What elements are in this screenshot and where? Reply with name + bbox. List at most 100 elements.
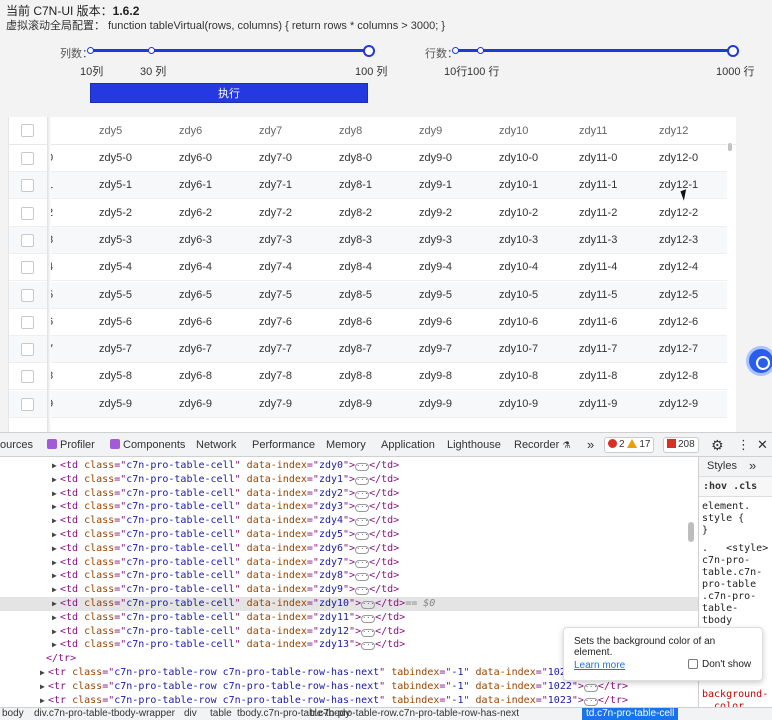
tab-network[interactable]: Network [196, 433, 236, 457]
table-cell[interactable]: zdy11-8 [579, 363, 617, 390]
table-cell[interactable]: zdy5-2 [99, 200, 132, 227]
tab-performance[interactable]: Performance [252, 433, 315, 457]
table-cell[interactable]: zdy10-4 [499, 254, 538, 281]
table-cell[interactable]: zdy10-2 [499, 200, 538, 227]
dom-node-td[interactable]: ▶ <td class="c7n-pro-table-cell" data-ind… [0, 611, 698, 625]
column-header-zdy11[interactable]: zdy11 [579, 117, 608, 145]
table-cell[interactable]: zdy12-7 [659, 336, 698, 363]
table-cell[interactable]: zdy7-8 [259, 363, 292, 390]
close-devtools-icon[interactable]: ✕ [757, 433, 768, 457]
row-slider-mark-10[interactable] [452, 47, 459, 54]
table-cell[interactable]: zdy5-0 [99, 145, 132, 172]
breadcrumb-item[interactable]: body [2, 708, 24, 720]
table-cell[interactable]: zdy6-2 [179, 200, 212, 227]
table-cell[interactable]: zdy6-6 [179, 309, 212, 336]
row-checkbox[interactable] [21, 397, 34, 411]
table-cell[interactable]: zdy12-8 [659, 363, 698, 390]
table-cell[interactable]: zdy6-3 [179, 227, 212, 254]
table-cell[interactable]: zdy9-8 [419, 363, 452, 390]
table-cell[interactable]: zdy6-1 [179, 172, 212, 199]
col-slider-mark-10[interactable] [87, 47, 94, 54]
table-cell[interactable]: zdy8-1 [339, 172, 372, 199]
tab-application[interactable]: Application [381, 433, 435, 457]
learn-more-link[interactable]: Learn more [574, 660, 625, 671]
dom-node-tr[interactable]: ▶ <tr class="c7n-pro-table-row c7n-pro-ta… [0, 694, 698, 707]
row-slider-track[interactable] [455, 49, 733, 52]
table-cell[interactable]: zdy8-6 [339, 309, 372, 336]
table-cell[interactable]: zdy12-1 [659, 172, 698, 199]
dom-node-td[interactable]: ▶ <td class="c7n-pro-table-cell" data-ind… [0, 597, 698, 611]
dom-node-td[interactable]: ▶ <td class="c7n-pro-table-cell" data-ind… [0, 569, 698, 583]
row-checkbox[interactable] [21, 370, 34, 384]
table-cell[interactable]: zdy9-7 [419, 336, 452, 363]
tab-components[interactable]: Components [110, 433, 185, 457]
background-color-property[interactable]: background- color [702, 689, 770, 707]
tab-memory[interactable]: Memory [326, 433, 366, 457]
table-scroll-thumb[interactable] [728, 143, 732, 151]
styles-tab[interactable]: Styles [707, 460, 737, 472]
dom-node-td[interactable]: ▶ <td class="c7n-pro-table-cell" data-ind… [0, 473, 698, 487]
checkbox-icon[interactable] [688, 659, 698, 669]
table-cell[interactable]: zdy10-3 [499, 227, 538, 254]
table-cell[interactable]: zdy5-8 [99, 363, 132, 390]
breadcrumb-item[interactable]: td.c7n-pro-table-cell [582, 708, 679, 720]
row-checkbox[interactable] [21, 343, 34, 357]
col-tick-100[interactable]: 100 列 [355, 63, 387, 79]
column-header-zdy12[interactable]: zdy12 [659, 117, 688, 145]
select-all-checkbox[interactable] [21, 124, 34, 137]
dom-node-tr[interactable]: ▶ <tr class="c7n-pro-table-row c7n-pro-ta… [0, 680, 698, 694]
row-checkbox[interactable] [21, 233, 34, 247]
table-row[interactable]: 2zdy5-2zdy6-2zdy7-2zdy8-2zdy9-2zdy10-2zd… [9, 200, 729, 227]
table-cell[interactable]: zdy11-4 [579, 254, 617, 281]
table-cell[interactable]: zdy5-6 [99, 309, 132, 336]
col-slider-mark-30[interactable] [148, 47, 155, 54]
table-row[interactable]: 9zdy5-9zdy6-9zdy7-9zdy8-9zdy9-9zdy10-9zd… [9, 390, 729, 418]
tab-profiler[interactable]: Profiler [47, 433, 95, 457]
table-cell[interactable]: zdy12-5 [659, 282, 698, 309]
row-checkbox[interactable] [21, 179, 34, 193]
table-cell[interactable]: zdy6-8 [179, 363, 212, 390]
table-cell[interactable]: zdy7-4 [259, 254, 292, 281]
table-cell[interactable]: zdy12-6 [659, 309, 698, 336]
row-checkbox[interactable] [21, 206, 34, 220]
table-cell[interactable]: zdy11-0 [579, 145, 617, 172]
table-cell[interactable]: zdy9-4 [419, 254, 452, 281]
table-cell[interactable]: zdy11-5 [579, 282, 617, 309]
table-cell[interactable]: zdy7-7 [259, 336, 292, 363]
row-slider-handle[interactable] [727, 45, 739, 57]
table-vertical-scrollbar[interactable] [727, 143, 733, 432]
floating-assistant-icon[interactable] [746, 346, 772, 376]
table-cell[interactable]: zdy8-0 [339, 145, 372, 172]
table-cell[interactable]: zdy12-3 [659, 227, 698, 254]
more-tabs-icon[interactable]: » [587, 433, 594, 457]
column-header-zdy9[interactable]: zdy9 [419, 117, 442, 145]
row-tick-1000[interactable]: 1000 行 [716, 63, 755, 79]
dom-node-td[interactable]: ▶ <td class="c7n-pro-table-cell" data-ind… [0, 556, 698, 570]
row-checkbox[interactable] [21, 315, 34, 329]
table-cell[interactable]: zdy5-5 [99, 282, 132, 309]
elements-scrollbar[interactable] [688, 522, 694, 542]
table-cell[interactable]: zdy6-9 [179, 391, 212, 418]
dom-node-td[interactable]: ▶ <td class="c7n-pro-table-cell" data-ind… [0, 528, 698, 542]
table-cell[interactable]: zdy11-2 [579, 200, 617, 227]
row-slider-mark-100[interactable] [477, 47, 484, 54]
col-slider-handle[interactable] [363, 45, 375, 57]
table-cell[interactable]: zdy5-1 [99, 172, 132, 199]
table-cell[interactable]: zdy9-5 [419, 282, 452, 309]
table-cell[interactable]: zdy9-3 [419, 227, 452, 254]
dom-node-td[interactable]: ▶ <td class="c7n-pro-table-cell" data-ind… [0, 542, 698, 556]
table-row[interactable]: 3zdy5-3zdy6-3zdy7-3zdy8-3zdy9-3zdy10-3zd… [9, 226, 729, 254]
column-header-zdy8[interactable]: zdy8 [339, 117, 362, 145]
breadcrumb-item[interactable]: div [184, 708, 197, 720]
table-cell[interactable]: zdy10-9 [499, 391, 538, 418]
styles-more-icon[interactable]: » [749, 458, 756, 473]
table-cell-style-rule[interactable]: . <style> c7n-pro- table.c7n- pro-table … [702, 543, 770, 639]
table-row[interactable]: 0zdy5-0zdy6-0zdy7-0zdy8-0zdy9-0zdy10-0zd… [9, 145, 729, 172]
table-cell[interactable]: zdy6-7 [179, 336, 212, 363]
table-cell[interactable]: zdy9-6 [419, 309, 452, 336]
breadcrumb-item[interactable]: div.c7n-pro-table-tbody-wrapper [34, 708, 175, 720]
dom-node-td[interactable]: ▶ <td class="c7n-pro-table-cell" data-ind… [0, 514, 698, 528]
settings-gear-icon[interactable]: ⚙ [711, 433, 724, 457]
column-header-zdy6[interactable]: zdy6 [179, 117, 202, 145]
table-cell[interactable]: zdy12-9 [659, 391, 698, 418]
